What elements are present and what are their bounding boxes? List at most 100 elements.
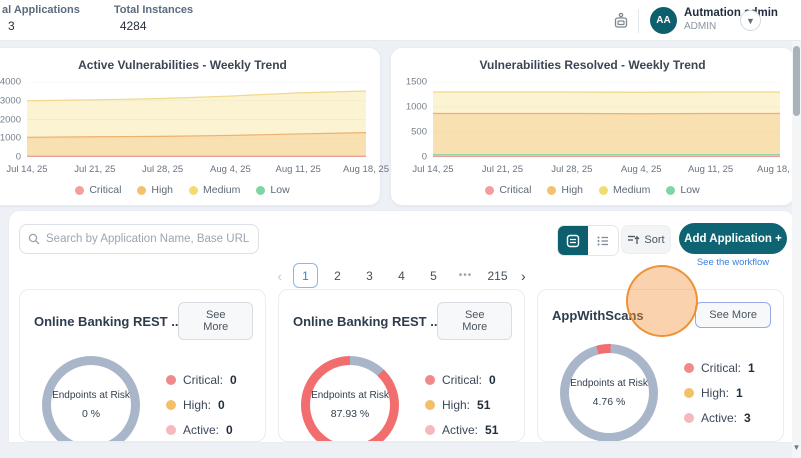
y-axis: 40003000200010000 <box>0 82 23 157</box>
legend-item-low[interactable]: Low <box>666 184 699 196</box>
pagination-page-2[interactable]: 2 <box>325 263 350 288</box>
search-box <box>19 224 259 254</box>
legend-dot <box>599 186 608 195</box>
severity-stats: Critical: 0High: 0Active: 0 <box>166 373 237 437</box>
card-body: Endpoints at Risk4.76 %Critical: 1High: … <box>538 344 783 442</box>
chart-card-vulnerabilities-resolved: Vulnerabilities Resolved - Weekly Trend 1… <box>390 47 795 206</box>
stat-total-instances: Total Instances 4284 <box>114 4 193 33</box>
stat-critical: Critical: 0 <box>425 373 498 387</box>
legend-item-medium[interactable]: Medium <box>599 184 650 196</box>
legend-label: Low <box>680 184 699 196</box>
severity-value: 3 <box>744 411 751 425</box>
search-input[interactable] <box>46 233 250 245</box>
legend-label: High <box>151 184 173 196</box>
see-more-button[interactable]: See More <box>178 302 253 340</box>
pagination-page-3[interactable]: 3 <box>357 263 382 288</box>
severity-dot <box>425 425 435 435</box>
user-role: ADMIN <box>684 21 716 32</box>
chart-plot-area: 150010005000 <box>399 82 780 157</box>
donut-label: Endpoints at Risk <box>570 378 648 389</box>
application-title: Online Banking REST ... <box>293 314 437 329</box>
legend-item-low[interactable]: Low <box>256 184 289 196</box>
summary-stats: al Applications 3 Total Instances 4284 <box>2 4 193 33</box>
application-title: Online Banking REST ... <box>34 314 178 329</box>
stat-high: High: 1 <box>684 386 755 400</box>
card-body: Endpoints at Risk0 %Critical: 0High: 0Ac… <box>20 356 265 442</box>
y-tick-label: 0 <box>16 152 21 163</box>
chart-title: Vulnerabilities Resolved - Weekly Trend <box>391 58 794 72</box>
scroll-down-icon[interactable]: ▼ <box>792 443 801 452</box>
severity-value: 51 <box>477 398 490 412</box>
add-application-button[interactable]: Add Application + <box>679 223 787 254</box>
severity-dot <box>166 375 176 385</box>
legend-dot <box>137 186 146 195</box>
pagination-prev[interactable]: ‹ <box>273 268 286 284</box>
stat-active: Active: 3 <box>684 411 755 425</box>
legend-label: Low <box>270 184 289 196</box>
legend-dot <box>189 186 198 195</box>
legend-dot <box>256 186 265 195</box>
stat-active: Active: 51 <box>425 423 498 437</box>
stat-high: High: 51 <box>425 398 498 412</box>
severity-stats: Critical: 1High: 1Active: 3 <box>684 361 755 425</box>
stat-total-applications: al Applications 3 <box>2 4 80 33</box>
pagination-page-5[interactable]: 5 <box>421 263 446 288</box>
robot-icon[interactable] <box>612 12 630 30</box>
legend-dot <box>547 186 556 195</box>
chevron-down-icon[interactable]: ▼ <box>740 10 761 31</box>
donut-center: Endpoints at Risk87.93 % <box>301 356 399 442</box>
pagination-ellipsis: ••• <box>453 263 478 288</box>
severity-label: Active: <box>701 411 737 425</box>
severity-label: Active: <box>183 423 219 437</box>
pagination-page-215[interactable]: 215 <box>485 263 510 288</box>
x-tick-label: Jul 28, 25 <box>142 164 183 175</box>
x-axis: Jul 14, 25Jul 21, 25Jul 28, 25Aug 4, 25A… <box>27 164 366 178</box>
card-header: Online Banking REST ...See More <box>20 290 265 340</box>
x-tick-label: Aug 18, 25 <box>343 164 389 175</box>
severity-value: 1 <box>748 361 755 375</box>
search-icon <box>28 233 40 245</box>
avatar[interactable]: AA <box>650 7 677 34</box>
sort-button[interactable]: Sort <box>621 225 671 254</box>
severity-value: 0 <box>226 423 233 437</box>
y-tick-label: 1000 <box>406 102 427 113</box>
severity-dot <box>425 375 435 385</box>
y-tick-label: 1000 <box>0 133 21 144</box>
stat-value: 4284 <box>120 19 193 33</box>
legend-dot <box>75 186 84 195</box>
card-view-button[interactable] <box>558 226 588 255</box>
pagination-page-1[interactable]: 1 <box>293 263 318 288</box>
application-cards-row: Online Banking REST ...See MoreEndpoints… <box>19 289 784 442</box>
legend-item-high[interactable]: High <box>137 184 173 196</box>
x-tick-label: Aug 11, 25 <box>688 164 733 175</box>
y-axis: 150010005000 <box>399 82 429 157</box>
pagination-page-4[interactable]: 4 <box>389 263 414 288</box>
see-more-button[interactable]: See More <box>437 302 512 340</box>
legend-item-medium[interactable]: Medium <box>189 184 240 196</box>
severity-dot <box>166 400 176 410</box>
list-view-button[interactable] <box>588 226 618 255</box>
card-header: AppWithScansSee More <box>538 290 783 328</box>
applications-section: Sort Add Application + See the workflow … <box>8 210 795 443</box>
see-more-button[interactable]: See More <box>695 302 771 328</box>
severity-dot <box>166 425 176 435</box>
severity-value: 51 <box>485 423 498 437</box>
severity-value: 0 <box>218 398 225 412</box>
vertical-scrollbar[interactable]: ▼ <box>792 41 801 458</box>
endpoints-donut-chart: Endpoints at Risk87.93 % <box>301 356 399 442</box>
pagination-next[interactable]: › <box>517 268 530 284</box>
legend-item-critical[interactable]: Critical <box>485 184 531 196</box>
legend-item-high[interactable]: High <box>547 184 583 196</box>
divider <box>638 9 639 33</box>
severity-stats: Critical: 0 High: 51 Active: 51 <box>425 373 498 437</box>
severity-label: Critical: <box>183 373 223 387</box>
chart-title: Active Vulnerabilities - Weekly Trend <box>0 58 380 72</box>
stat-critical: Critical: 0 <box>166 373 237 387</box>
donut-label: Endpoints at Risk <box>311 390 389 401</box>
legend-item-critical[interactable]: Critical <box>75 184 121 196</box>
legend-label: Medium <box>613 184 650 196</box>
scrollbar-thumb[interactable] <box>793 46 800 116</box>
stat-high: High: 0 <box>166 398 237 412</box>
y-tick-label: 1500 <box>406 77 427 88</box>
chart-card-active-vulnerabilities: Active Vulnerabilities - Weekly Trend 400… <box>0 47 381 206</box>
